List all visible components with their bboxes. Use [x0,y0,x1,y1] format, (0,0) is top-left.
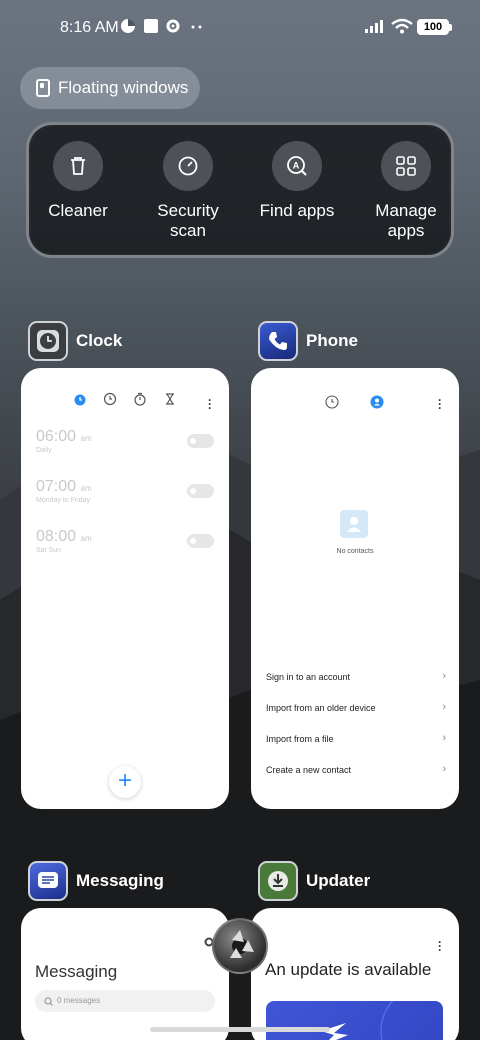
updater-app-name: Updater [306,871,371,890]
trash-icon [71,157,85,175]
grid-icon [396,156,416,176]
find-apps-button[interactable]: A Find apps [242,141,352,221]
messaging-app-card[interactable]: Messaging 0 messages [21,908,229,1040]
phone-app-icon [258,321,298,361]
chevron-right-icon: › [442,763,446,775]
alarm-toggle[interactable] [187,434,214,448]
updater-app-header[interactable]: Updater [258,861,370,901]
cleaner-label: Cleaner [48,201,108,220]
phone-more-icon[interactable]: · · · [438,394,442,414]
home-indicator[interactable] [150,1027,330,1032]
phone-app-card[interactable]: · · · No contacts Sign in to an account › I… [251,368,459,809]
cleaner-button[interactable]: Cleaner [23,141,133,221]
floating-windows-button[interactable]: Floating windows [20,67,200,109]
wifi-icon [391,18,413,34]
manage-apps-label: Manage apps [375,201,437,240]
add-alarm-button[interactable]: + [109,766,141,798]
gear-icon [166,19,180,33]
messaging-app-icon [28,861,68,901]
svg-text:A: A [293,161,300,171]
status-bar: 8:16 AM 100 [0,0,480,56]
security-scan-label: Security scan [157,201,219,240]
more-dots-icon [191,25,202,29]
world-clock-tab-icon[interactable] [103,392,117,406]
find-apps-label: Find apps [259,201,335,220]
alarm-item[interactable]: 08:00 am Sat Sun [36,528,92,554]
import-file-option[interactable]: Import from a file › [266,732,446,745]
alarm-item[interactable]: 06:00 am Daily [36,428,92,454]
import-older-device-option[interactable]: Import from an older device › [266,701,446,714]
square-notification-icon [144,19,158,33]
clock-app-card[interactable]: · · · 06:00 am Daily 07:00 am Monday to Fr… [21,368,229,809]
update-banner-image [266,1001,443,1040]
data-saver-icon [121,19,135,33]
clock-more-icon[interactable]: · · · [208,394,212,414]
alarm-toggle[interactable] [187,484,214,498]
clock-app-header[interactable]: Clock [28,321,122,361]
signal-icon [365,20,383,33]
manage-apps-button[interactable]: Manage apps [351,141,461,241]
stopwatch-tab-icon[interactable] [133,392,147,406]
sign-in-option[interactable]: Sign in to an account › [266,670,446,683]
alarm-tab-icon[interactable] [73,392,87,406]
contacts-tab-icon[interactable] [370,395,384,409]
messages-search-field[interactable]: 0 messages [35,990,215,1012]
chevron-right-icon: › [442,732,446,744]
floating-assistant-ball[interactable] [212,918,268,974]
clock-app-name: Clock [76,331,123,350]
chevron-right-icon: › [442,670,446,682]
create-contact-option[interactable]: Create a new contact › [266,763,446,776]
app-search-icon: A [287,156,307,176]
clock-tabs [73,392,177,406]
security-scan-icon [178,156,198,176]
alarm-toggle[interactable] [187,534,214,548]
floating-window-icon [36,79,50,97]
recents-tab-icon[interactable] [325,395,339,409]
phone-app-name: Phone [306,331,358,350]
security-scan-button[interactable]: Security scan [133,141,243,241]
updater-app-icon [258,861,298,901]
alarm-item[interactable]: 07:00 am Monday to Friday [36,478,92,504]
messaging-app-header[interactable]: Messaging [28,861,164,901]
empty-contacts-icon [340,510,368,538]
search-icon [44,997,53,1006]
quick-actions-panel: Cleaner Security scan A Find apps Manage… [26,122,454,258]
battery-icon: 100 [417,19,452,35]
update-available-title: An update is available [265,960,432,979]
floating-windows-label: Floating windows [58,78,189,97]
updater-more-icon[interactable]: · · · [438,936,442,956]
camera-shutter-icon [230,930,254,958]
phone-app-header[interactable]: Phone [258,321,358,361]
status-time: 8:16 AM [60,19,119,36]
no-contacts-text: No contacts [336,548,374,555]
messaging-title: Messaging [35,962,118,981]
timer-tab-icon[interactable] [163,392,177,406]
messaging-app-name: Messaging [76,871,164,890]
clock-app-icon [28,321,68,361]
updater-app-card[interactable]: · · · An update is available [251,908,459,1040]
chevron-right-icon: › [442,701,446,713]
